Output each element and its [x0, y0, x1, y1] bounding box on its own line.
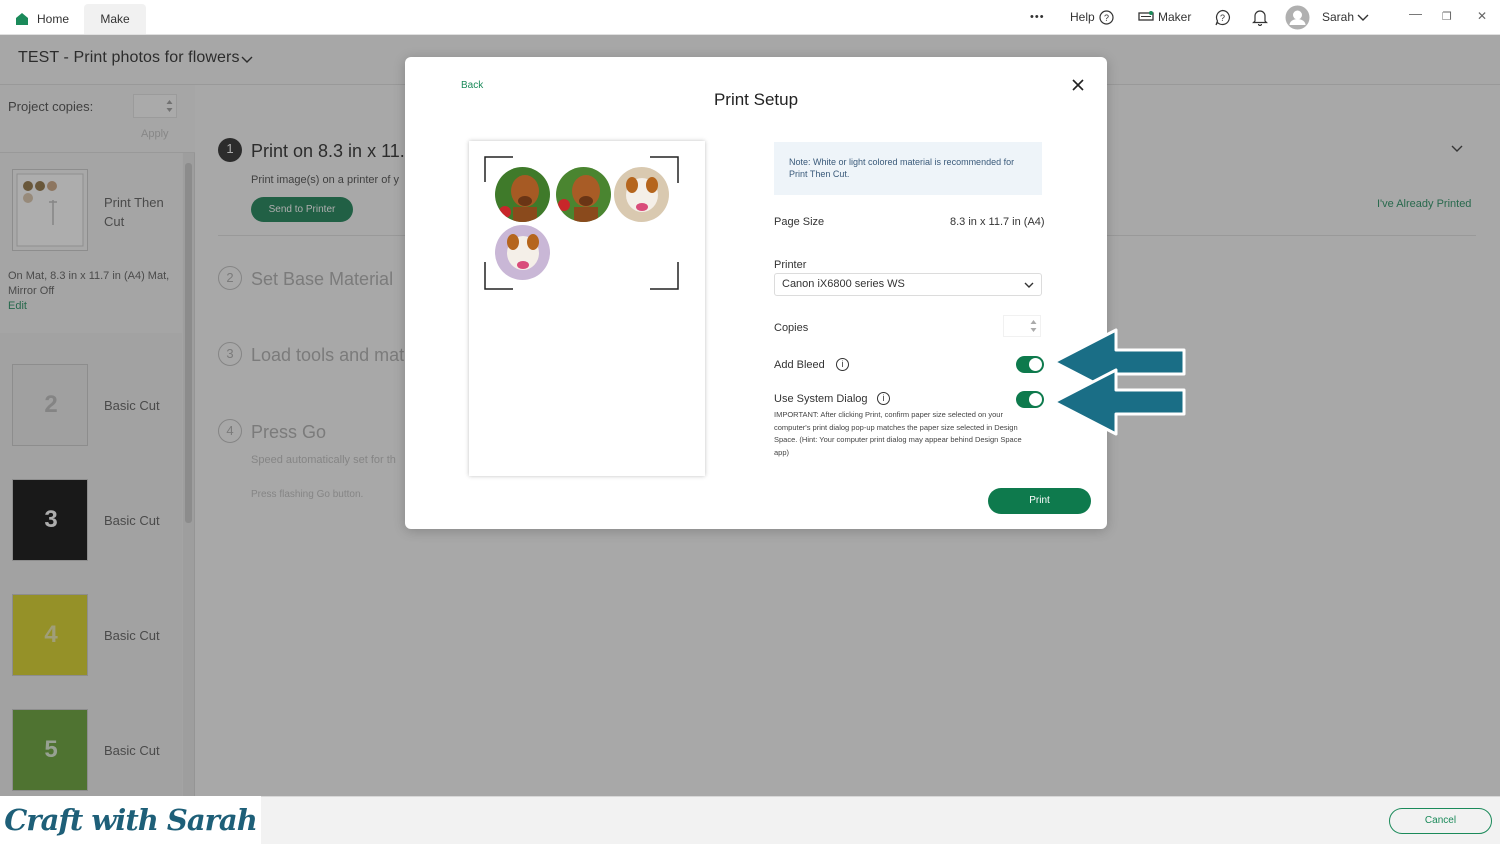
svg-text:?: ? — [1104, 13, 1109, 23]
watermark-logo: Craft with Sarah — [0, 796, 261, 844]
top-bar: Home Make ••• Help ? Maker ? Sarah — ❐ ✕ — [0, 0, 1500, 35]
window-close-button[interactable]: ✕ — [1477, 9, 1487, 23]
chevron-down-icon — [1024, 282, 1034, 288]
tab-make-label: Make — [100, 12, 130, 26]
system-dialog-toggle[interactable] — [1016, 391, 1044, 408]
print-button[interactable]: Print — [988, 488, 1091, 514]
chevron-down-icon[interactable] — [1357, 13, 1369, 22]
arrow-add-bleed — [1052, 328, 1186, 396]
help-button[interactable]: Help ? — [1070, 0, 1114, 35]
copies-label: Copies — [774, 322, 809, 334]
restore-button[interactable]: ❐ — [1442, 10, 1452, 23]
maker-label: Maker — [1158, 10, 1192, 24]
print-setup-dialog: Back Print Setup Note: White or light co… — [405, 57, 1107, 529]
material-note: Note: White or light colored material is… — [774, 142, 1042, 195]
system-dialog-important-text: IMPORTANT: After clicking Print, confirm… — [774, 410, 1022, 457]
maker-button[interactable]: Maker — [1138, 0, 1191, 35]
add-bleed-toggle[interactable] — [1016, 356, 1044, 373]
system-dialog-label: Use System Dialog — [774, 393, 868, 405]
printer-select-value: Canon iX6800 series WS — [782, 278, 905, 290]
help-label: Help — [1070, 10, 1095, 24]
question-bubble-icon[interactable]: ? — [1214, 9, 1231, 26]
arrow-system-dialog — [1052, 368, 1186, 436]
home-icon — [16, 13, 28, 25]
page-size-value: 8.3 in x 11.7 in (A4) — [950, 216, 1045, 228]
copies-stepper[interactable] — [1003, 315, 1041, 337]
printer-label: Printer — [774, 259, 807, 271]
dialog-title: Print Setup — [713, 90, 799, 109]
photo-dog-1 — [495, 167, 550, 222]
user-name[interactable]: Sarah — [1322, 0, 1354, 35]
minimize-button[interactable]: — — [1409, 6, 1422, 21]
avatar[interactable] — [1285, 5, 1310, 30]
help-circle-icon: ? — [1099, 10, 1114, 25]
stepper-arrows-icon[interactable] — [1030, 319, 1037, 333]
photo-dog-2 — [556, 167, 611, 222]
photo-dog-4 — [495, 225, 550, 280]
close-icon[interactable] — [1068, 75, 1088, 95]
add-bleed-info-icon[interactable]: i — [836, 358, 849, 371]
more-options-icon[interactable]: ••• — [1030, 0, 1045, 35]
add-bleed-label: Add Bleed — [774, 359, 825, 371]
machine-icon — [1138, 11, 1154, 21]
bell-icon[interactable] — [1252, 9, 1268, 26]
tab-home[interactable]: Home — [12, 4, 69, 34]
svg-text:?: ? — [1220, 13, 1225, 23]
system-dialog-info-icon[interactable]: i — [877, 392, 890, 405]
tab-make[interactable]: Make — [84, 4, 146, 34]
tab-home-label: Home — [37, 12, 70, 26]
page-size-label: Page Size — [774, 216, 825, 228]
photo-dog-3 — [614, 167, 669, 222]
print-preview — [469, 141, 705, 476]
printer-select[interactable]: Canon iX6800 series WS — [774, 273, 1042, 296]
annotation-arrows — [1052, 328, 1186, 436]
cancel-button[interactable]: Cancel — [1389, 808, 1492, 834]
